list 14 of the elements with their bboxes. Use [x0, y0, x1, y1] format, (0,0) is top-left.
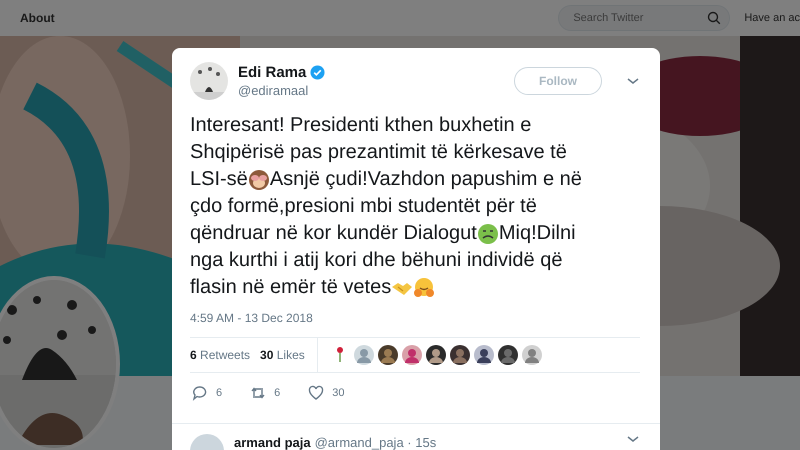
login-link[interactable]: Have an ac — [744, 12, 800, 24]
action-count: 6 — [216, 387, 222, 399]
heart-icon[interactable] — [308, 385, 324, 401]
reply-meta: @armand_paja · 15s — [314, 435, 436, 450]
action-count: 30 — [332, 387, 344, 399]
about-tab[interactable]: About — [20, 11, 558, 25]
search-icon[interactable] — [707, 11, 722, 25]
caret-icon[interactable] — [626, 434, 640, 444]
search-field[interactable]: Search Twitter — [571, 11, 708, 25]
reply-author-name[interactable]: armand paja — [234, 435, 311, 450]
action-count: 6 — [274, 387, 280, 399]
retweet-icon[interactable] — [250, 385, 266, 401]
reply-icon[interactable] — [192, 385, 208, 401]
search-bar[interactable]: Search Twitter — [558, 5, 730, 31]
